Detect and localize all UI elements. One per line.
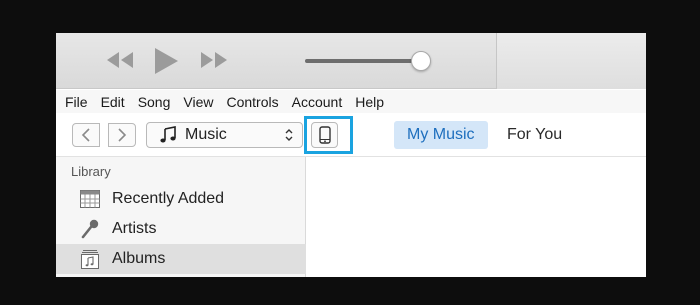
play-icon[interactable]: [152, 46, 180, 81]
sidebar-item-label: Artists: [112, 220, 157, 237]
menu-help[interactable]: Help: [355, 94, 384, 110]
chevron-right-icon: [118, 128, 127, 142]
media-source-label: Music: [185, 126, 227, 143]
album-icon: [81, 250, 99, 269]
menu-file[interactable]: File: [65, 94, 88, 110]
chevron-left-icon: [81, 128, 90, 142]
sidebar-section-library: Library: [71, 164, 111, 179]
forward-button[interactable]: [108, 123, 136, 147]
main-content: [307, 157, 646, 277]
sidebar-item-label: Albums: [112, 250, 166, 267]
menu-bar: File Edit Song View Controls Account Hel…: [56, 90, 646, 113]
sidebar-item-artists[interactable]: Artists: [56, 214, 306, 244]
rewind-icon[interactable]: [104, 49, 136, 76]
status-display: [497, 33, 646, 89]
device-button[interactable]: [311, 122, 338, 148]
toolbar: Music My Music For You: [56, 113, 646, 157]
volume-slider-knob[interactable]: [411, 51, 431, 71]
up-down-chevron-icon: [285, 129, 293, 141]
menu-song[interactable]: Song: [138, 94, 171, 110]
music-note-icon: [160, 126, 176, 143]
microphone-icon: [81, 219, 99, 239]
media-source-select[interactable]: Music: [146, 122, 303, 148]
sidebar: Library Recently Added Artists Albums: [56, 157, 306, 277]
menu-account[interactable]: Account: [292, 94, 343, 110]
tab-my-music[interactable]: My Music: [394, 121, 488, 149]
back-button[interactable]: [72, 123, 100, 147]
menu-view[interactable]: View: [183, 94, 213, 110]
menu-controls[interactable]: Controls: [226, 94, 278, 110]
sidebar-item-label: Recently Added: [112, 190, 225, 207]
sidebar-item-recently-added[interactable]: Recently Added: [56, 184, 306, 214]
itunes-window: File Edit Song View Controls Account Hel…: [56, 33, 646, 277]
iphone-icon: [318, 126, 331, 144]
menu-edit[interactable]: Edit: [101, 94, 125, 110]
fast-forward-icon[interactable]: [198, 49, 230, 76]
sidebar-item-albums[interactable]: Albums: [56, 244, 306, 274]
calendar-grid-icon: [80, 190, 100, 208]
tab-for-you[interactable]: For You: [494, 121, 575, 149]
volume-slider-track[interactable]: [305, 59, 423, 63]
player-bar: [56, 33, 646, 89]
